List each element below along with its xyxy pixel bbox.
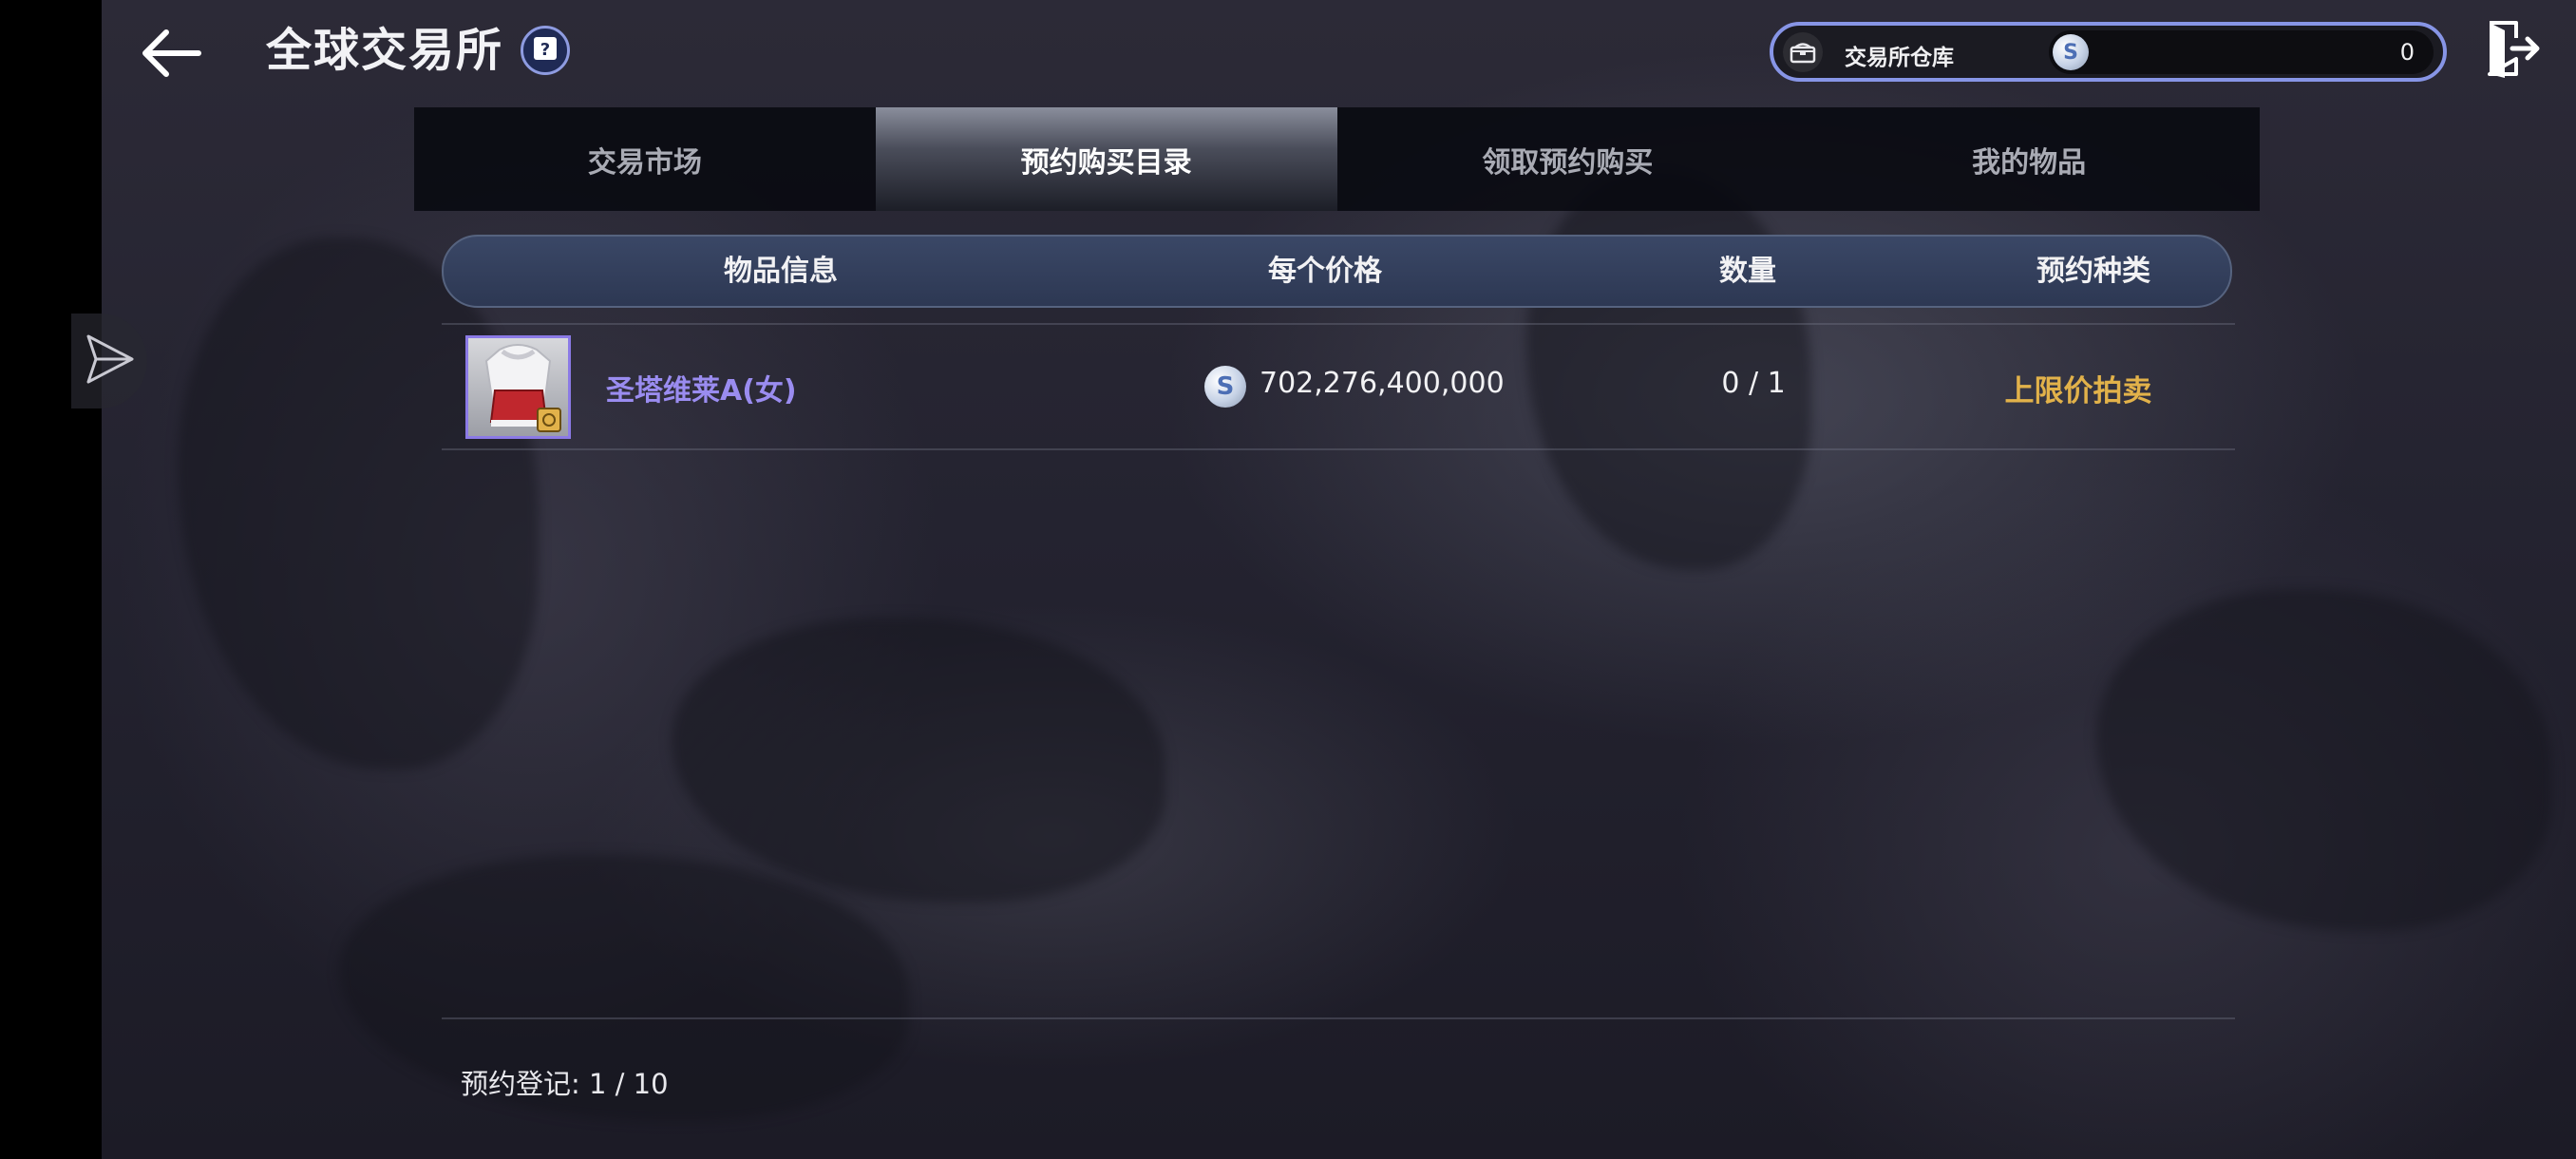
- item-thumbnail: [465, 335, 571, 439]
- exit-door-icon: [2484, 19, 2541, 82]
- item-quantity: 0 / 1: [1721, 367, 1786, 400]
- footer-divider: [442, 1017, 2235, 1019]
- send-icon: [81, 331, 138, 391]
- silver-coin-icon: S: [1204, 366, 1246, 408]
- warehouse-amount: 0: [2399, 39, 2415, 66]
- tab-my-items[interactable]: 我的物品: [1798, 107, 2260, 211]
- help-button[interactable]: ?: [521, 26, 570, 75]
- header-reservation-type: 预约种类: [2036, 255, 2150, 288]
- tab-reserve-purchase-list[interactable]: 预约购买目录: [875, 107, 1337, 211]
- chest-icon: [1783, 32, 1823, 72]
- tab-trading-market[interactable]: 交易市场: [414, 107, 876, 211]
- help-book-icon: ?: [531, 34, 559, 66]
- reservation-type: 上限价拍卖: [2004, 374, 2152, 408]
- row-divider: [442, 448, 2235, 450]
- header-item-info: 物品信息: [724, 255, 838, 288]
- header-quantity: 数量: [1719, 255, 1776, 288]
- tab-claim-reserved-purchase[interactable]: 领取预约购买: [1337, 107, 1799, 211]
- item-name[interactable]: 圣塔维莱A(女): [606, 367, 797, 408]
- exit-button[interactable]: [2479, 17, 2546, 84]
- header-unit-price: 每个价格: [1268, 255, 1382, 288]
- page-title: 全球交易所: [266, 24, 504, 77]
- tab-bar: 交易市场 预约购买目录 领取预约购买 我的物品: [414, 107, 2260, 211]
- row-divider: [442, 323, 2235, 325]
- exchange-warehouse-bar[interactable]: 交易所仓库 S 0: [1770, 22, 2447, 82]
- table-header: 物品信息 每个价格 数量 预约种类: [442, 235, 2232, 308]
- left-black-bar: [0, 0, 102, 1159]
- svg-text:?: ?: [540, 40, 550, 60]
- back-button[interactable]: [133, 19, 209, 90]
- warehouse-label: 交易所仓库: [1845, 46, 1954, 70]
- silver-coin-icon: S: [2053, 34, 2089, 70]
- warehouse-balance: S 0: [2049, 30, 2434, 74]
- item-price: 702,276,400,000: [1260, 367, 1505, 400]
- back-arrow-icon: [138, 25, 204, 86]
- reservation-count: 预约登记: 1 / 10: [461, 1068, 669, 1100]
